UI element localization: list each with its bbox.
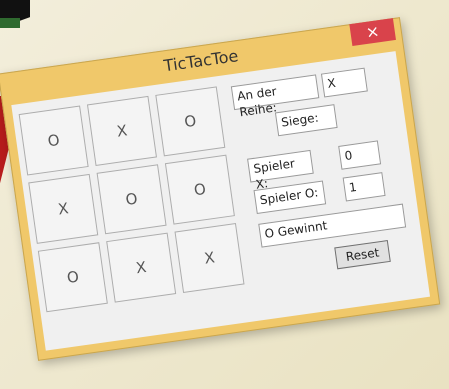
desktop-green-edge: [0, 18, 20, 28]
reset-button[interactable]: Reset: [334, 240, 391, 270]
board-cell-8[interactable]: X: [106, 232, 177, 303]
player-x-label: Spieler X:: [247, 149, 314, 192]
turn-label: An der Reihe:: [230, 74, 320, 119]
tictactoe-window: TicTacToe × O X O X O O O X X An der Rei…: [0, 17, 441, 361]
close-icon: ×: [364, 21, 381, 42]
wins-label: Siege:: [274, 104, 338, 137]
board-cell-2[interactable]: X: [86, 95, 157, 166]
window-client-area: O X O X O O O X X An der Reihe: X Siege:…: [11, 51, 431, 351]
board-cell-1[interactable]: O: [18, 105, 89, 176]
turn-value-field: X: [320, 67, 368, 98]
player-x-wins-field: 0: [338, 140, 382, 170]
game-board: O X O X O O O X X: [18, 86, 245, 313]
board-cell-6[interactable]: O: [164, 154, 235, 225]
player-o-wins-field: 1: [342, 172, 386, 202]
board-cell-5[interactable]: O: [96, 164, 167, 235]
board-cell-7[interactable]: O: [37, 242, 108, 313]
board-cell-9[interactable]: X: [174, 222, 245, 294]
board-cell-3[interactable]: O: [155, 86, 226, 157]
board-cell-4[interactable]: X: [28, 173, 99, 244]
